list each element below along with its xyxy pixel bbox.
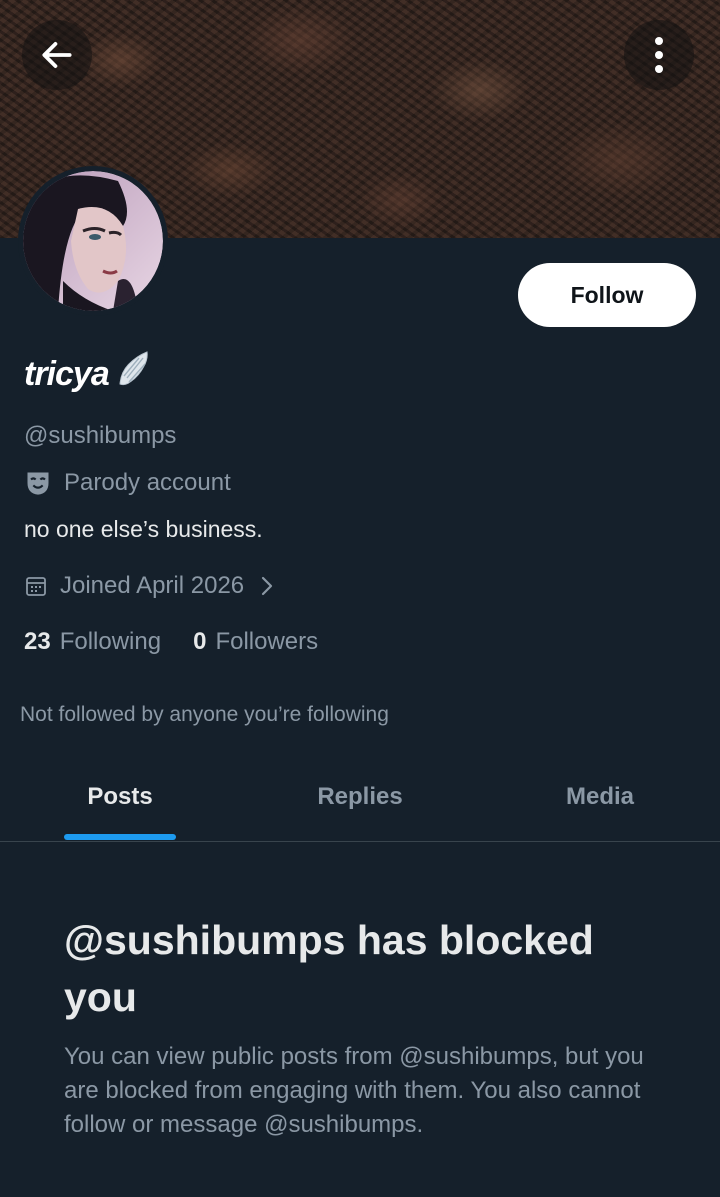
chevron-right-icon xyxy=(262,576,273,596)
calendar-icon xyxy=(26,577,46,596)
parody-mask-icon xyxy=(27,472,49,495)
display-name: tricya xyxy=(24,350,151,399)
followers-stat[interactable]: 0 Followers xyxy=(193,628,318,656)
profile-tabs: Posts Replies Media xyxy=(0,757,720,842)
active-tab-indicator xyxy=(64,834,176,840)
follow-button[interactable]: Follow xyxy=(518,263,696,327)
avatar-image xyxy=(23,171,163,311)
profile-page: Follow tricya @sushibumps Parody account… xyxy=(0,0,720,1197)
back-button[interactable] xyxy=(22,20,92,90)
parody-label: Parody account xyxy=(24,469,231,497)
mutual-followers-note: Not followed by anyone you’re following xyxy=(20,703,389,726)
profile-handle: @sushibumps xyxy=(24,422,177,449)
tab-media-label: Media xyxy=(565,783,634,810)
follow-stats: 23 Following 0 Followers xyxy=(24,628,318,656)
wing-icon xyxy=(117,350,151,399)
more-vertical-icon xyxy=(655,37,663,73)
followers-count: 0 xyxy=(193,628,207,655)
parody-label-text: Parody account xyxy=(64,469,231,496)
avatar[interactable] xyxy=(18,166,168,316)
following-label: Following xyxy=(59,628,162,655)
blocked-description: You can view public posts from @sushibum… xyxy=(64,1043,644,1138)
tab-posts-label: Posts xyxy=(87,783,153,810)
blocked-title: @sushibumps has blocked you xyxy=(64,917,594,1020)
more-options-button[interactable] xyxy=(624,20,694,90)
tab-posts[interactable]: Posts xyxy=(0,757,240,841)
joined-date[interactable]: Joined April 2026 xyxy=(24,572,274,600)
bio: no one else’s business. xyxy=(24,516,263,542)
tab-replies-label: Replies xyxy=(317,783,403,810)
following-count: 23 xyxy=(24,628,51,655)
tab-replies[interactable]: Replies xyxy=(240,757,480,841)
tab-media[interactable]: Media xyxy=(480,757,720,841)
following-stat[interactable]: 23 Following xyxy=(24,628,161,656)
joined-text: Joined April 2026 xyxy=(60,572,245,599)
display-name-text: tricya xyxy=(24,355,110,393)
followers-label: Followers xyxy=(215,628,319,655)
arrow-left-icon xyxy=(42,42,72,68)
